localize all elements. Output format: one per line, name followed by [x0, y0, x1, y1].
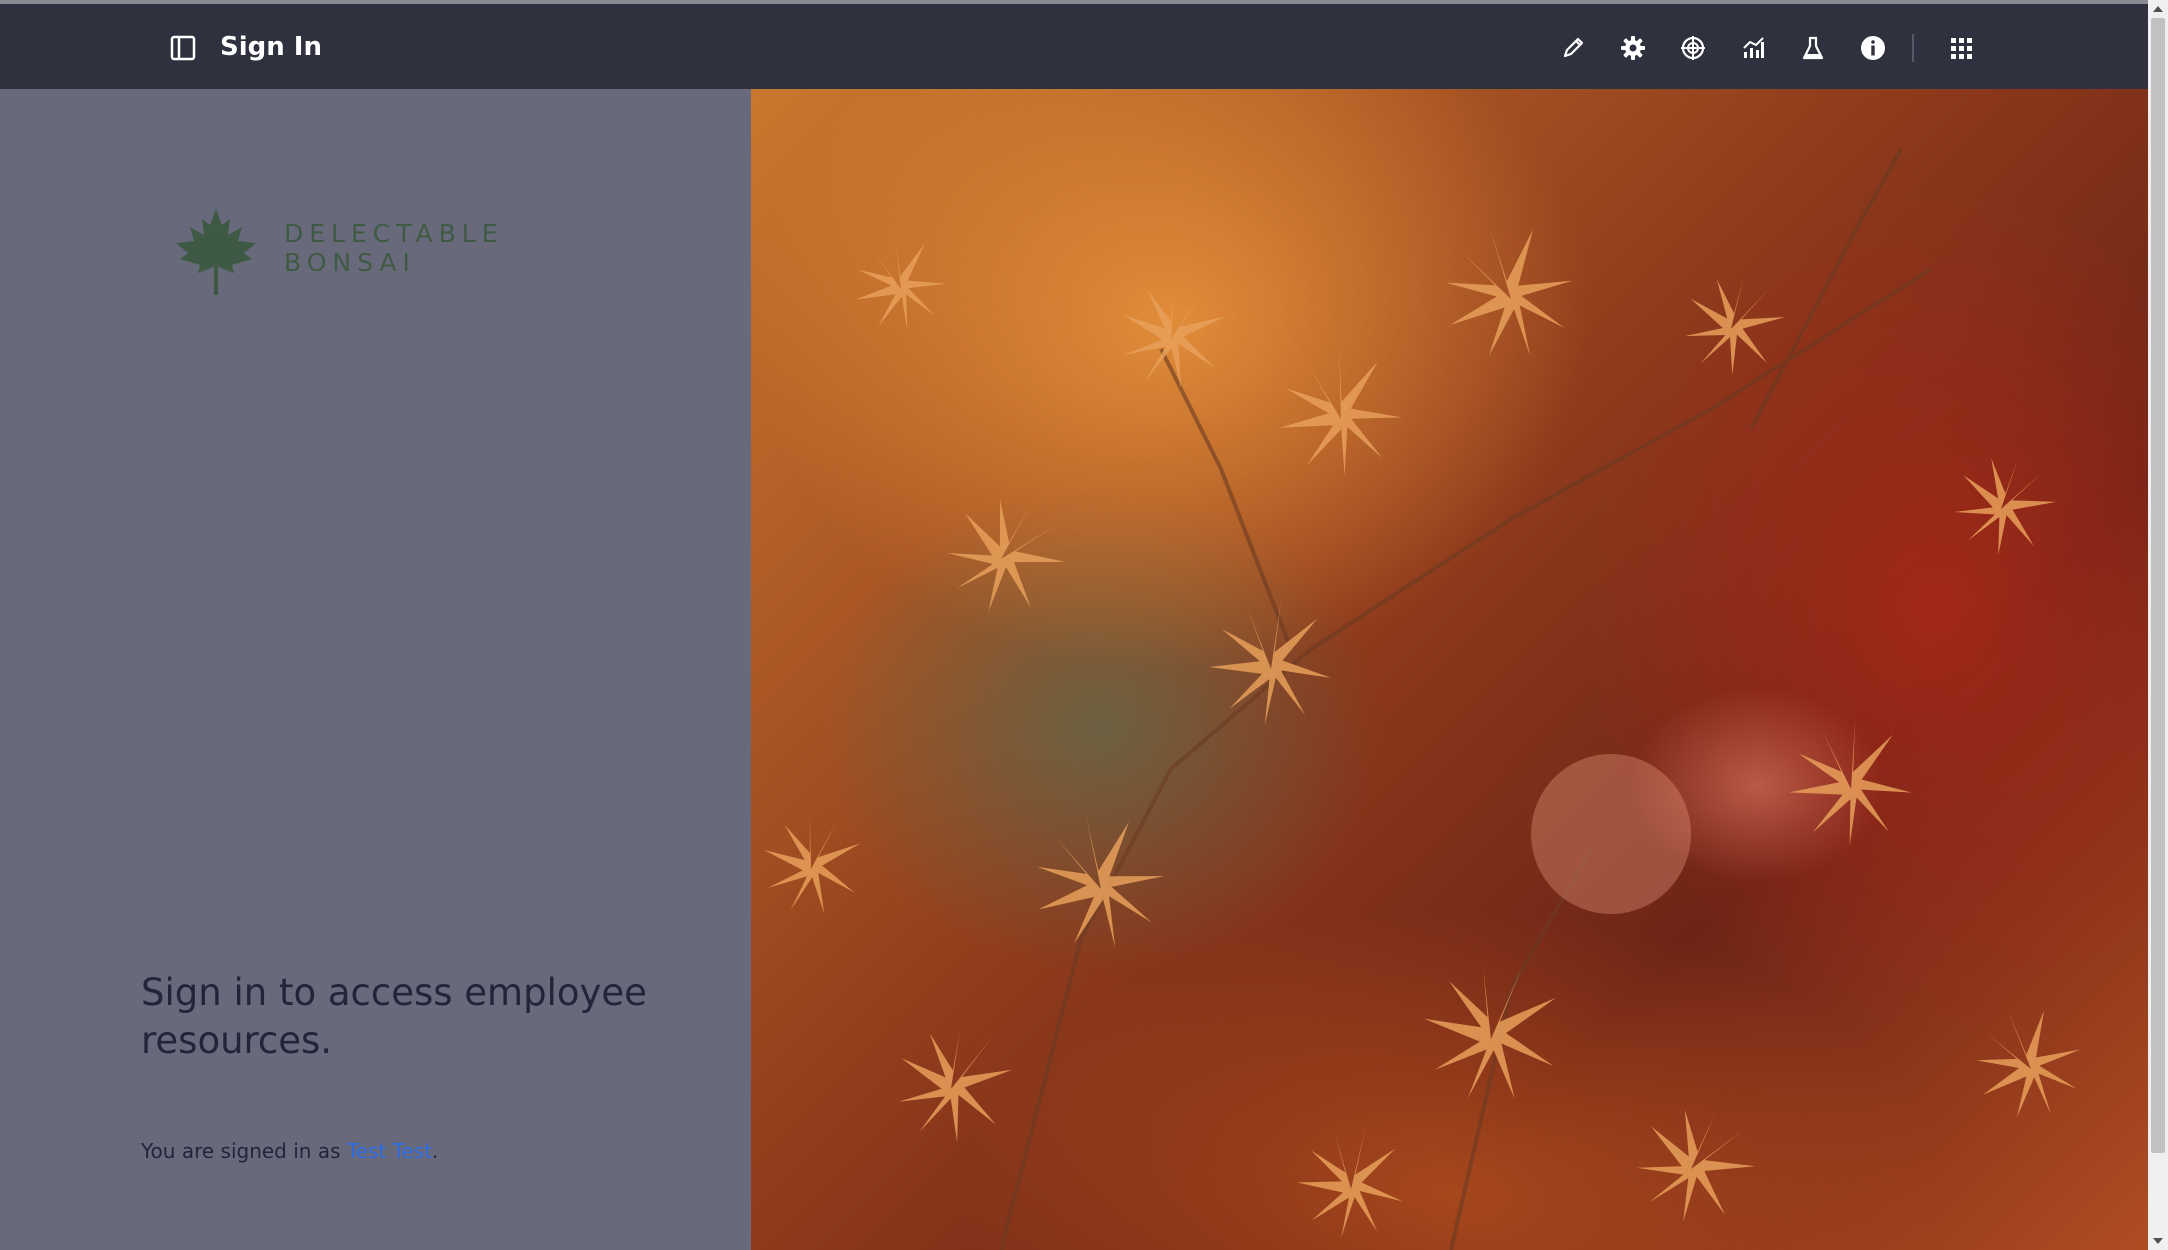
apps-button[interactable]: [1943, 30, 1979, 66]
grid-icon: [1951, 38, 1972, 59]
maple-leaf-icon: [176, 209, 256, 295]
analytics-button[interactable]: [1735, 30, 1771, 66]
signed-in-prefix: You are signed in as: [141, 1139, 347, 1163]
chart-icon: [1743, 37, 1764, 58]
signed-in-suffix: .: [432, 1139, 439, 1163]
scroll-up-arrow-icon[interactable]: [2152, 4, 2164, 14]
sidebar-toggle-icon: [170, 35, 196, 61]
scrollbar-thumb[interactable]: [2151, 18, 2165, 1153]
target-button[interactable]: [1675, 30, 1711, 66]
brand-name-line2: BONSAI: [284, 248, 416, 277]
signed-in-status: You are signed in as Test Test.: [141, 1139, 438, 1163]
info-button[interactable]: [1855, 30, 1891, 66]
autumn-maple-photo: [751, 89, 2148, 1250]
brand-logo: DELECTABLE BONSAI: [166, 203, 506, 303]
edit-button[interactable]: [1555, 30, 1591, 66]
vertical-scrollbar[interactable]: [2148, 0, 2168, 1250]
info-icon: [1861, 36, 1885, 60]
page-title: Sign In: [220, 32, 322, 62]
brand-name: DELECTABLE BONSAI: [284, 219, 504, 277]
sign-in-headline: Sign in to access employee resources.: [141, 971, 647, 1062]
scroll-down-arrow-icon[interactable]: [2152, 1236, 2164, 1246]
user-profile-link[interactable]: Test Test: [347, 1139, 432, 1163]
crosshair-icon: [1681, 36, 1705, 60]
brand-name-line1: DELECTABLE: [284, 219, 504, 248]
top-bar: Sign In: [0, 4, 2148, 89]
pencil-icon: [1563, 37, 1584, 58]
toolbar-divider: [1912, 34, 1914, 62]
flask-icon: [1802, 36, 1824, 60]
sidebar-toggle-button[interactable]: [168, 34, 198, 62]
settings-button[interactable]: [1615, 30, 1651, 66]
gear-icon: [1621, 36, 1645, 60]
lab-button[interactable]: [1795, 30, 1831, 66]
sign-in-panel: DELECTABLE BONSAI Sign in to access empl…: [0, 89, 751, 1250]
